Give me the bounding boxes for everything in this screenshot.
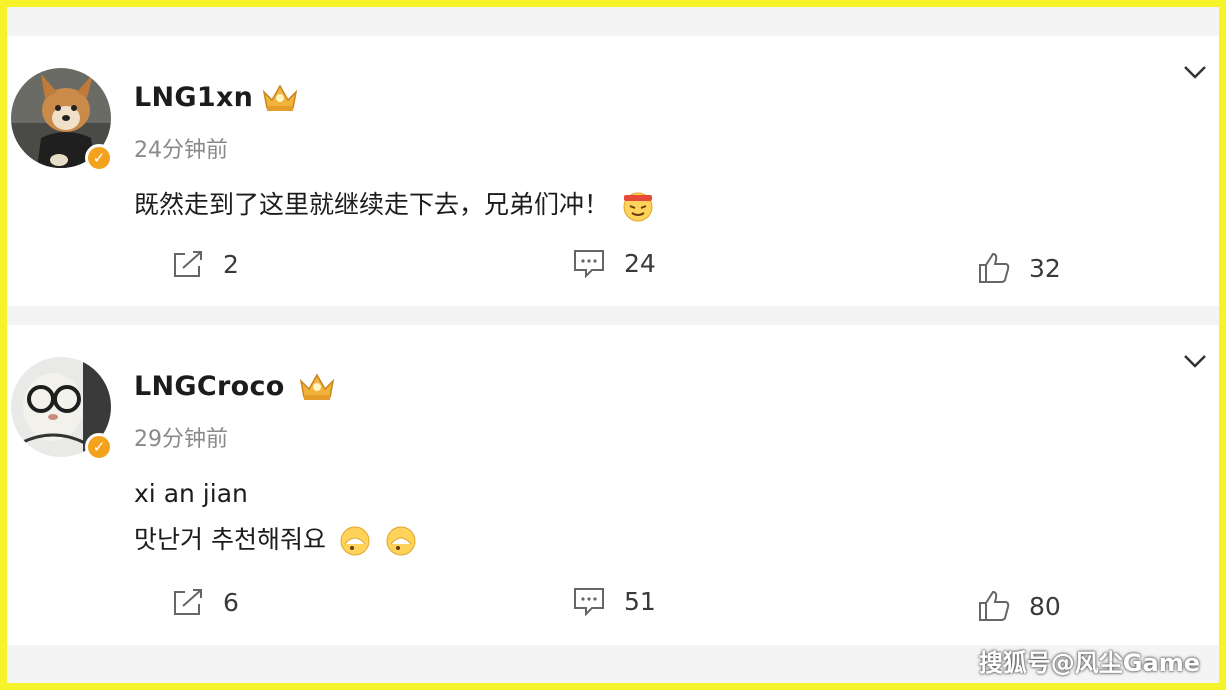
username[interactable]: LNG1xn <box>134 82 253 113</box>
like-button[interactable]: 32 <box>977 251 1061 285</box>
repost-button[interactable]: 2 <box>171 248 239 280</box>
timestamp: 24分钟前 <box>134 138 228 163</box>
comment-line: 既然走到了这里就继续走下去，兄弟们冲！ <box>134 190 610 219</box>
thumbs-up-icon <box>979 252 1010 283</box>
comment-text: xi an jian 맛난거 추천해줘요 <box>134 471 418 563</box>
chevron-down-icon[interactable] <box>1181 62 1209 82</box>
dizzy-emoji-icon <box>386 526 416 556</box>
comment-text: 既然走到了这里就继续走下去，兄弟们冲！ <box>134 182 655 228</box>
timestamp: 29分钟前 <box>134 427 228 452</box>
comment-button[interactable]: 51 <box>572 586 656 616</box>
comment-icon <box>574 250 604 278</box>
thumbs-up-icon <box>979 590 1010 621</box>
crown-badge-icon <box>262 84 298 111</box>
comment-card: ✓ LNGCroco 29分钟前 xi an jian 맛난거 추천해줘요 6 … <box>7 325 1219 645</box>
repost-button[interactable]: 6 <box>171 586 239 618</box>
comment-line: 맛난거 추천해줘요 <box>134 525 326 554</box>
repost-icon <box>174 589 202 615</box>
reply-count: 51 <box>624 586 656 616</box>
verified-badge-icon: ✓ <box>85 433 113 461</box>
repost-count: 2 <box>223 249 239 279</box>
comment-card: ✓ LNG1xn 24分钟前 既然走到了这里就继续走下去，兄弟们冲！ 2 24 <box>7 36 1219 306</box>
chevron-down-icon[interactable] <box>1181 351 1209 371</box>
repost-count: 6 <box>223 587 239 617</box>
comment-button[interactable]: 24 <box>572 248 656 278</box>
like-button[interactable]: 80 <box>977 589 1061 623</box>
watermark: 搜狐号@风尘Game <box>978 649 1200 677</box>
like-count: 80 <box>1029 591 1061 621</box>
verified-badge-icon: ✓ <box>85 144 113 172</box>
like-count: 32 <box>1029 253 1061 283</box>
crown-badge-icon <box>299 373 335 400</box>
dizzy-emoji-icon <box>340 526 370 556</box>
fighting-emoji-icon <box>623 192 653 222</box>
comment-icon <box>574 588 604 616</box>
comment-line: xi an jian <box>134 479 248 508</box>
reply-count: 24 <box>624 248 656 278</box>
username[interactable]: LNGCroco <box>134 371 285 402</box>
repost-icon <box>174 251 202 277</box>
